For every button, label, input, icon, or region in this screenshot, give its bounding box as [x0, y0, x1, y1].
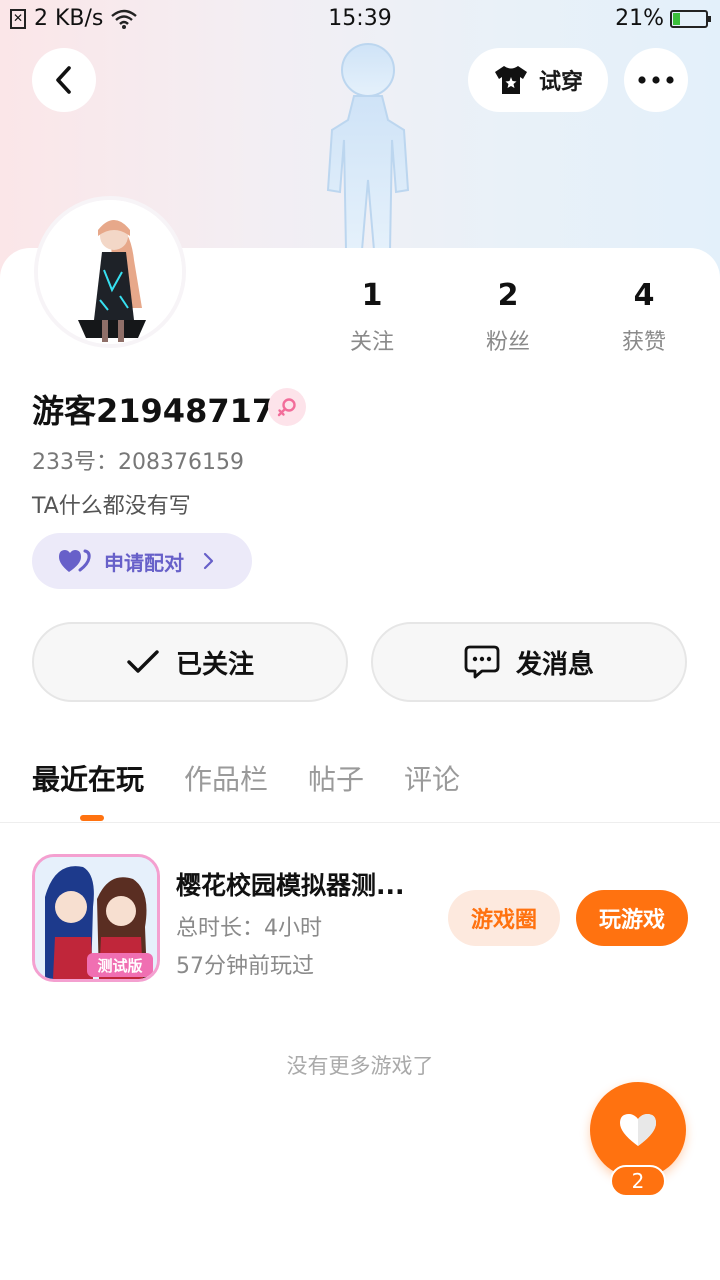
profile-stats: 1 关注 2 粉丝 4 获赞 — [304, 278, 712, 356]
no-more-games: 没有更多游戏了 — [286, 1054, 434, 1078]
following-button[interactable]: 已关注 — [32, 622, 348, 702]
stat-likes[interactable]: 4 获赞 — [576, 278, 712, 356]
stat-label: 关注 — [349, 330, 394, 355]
stat-fans[interactable]: 2 粉丝 — [440, 278, 576, 356]
active-tab-indicator — [80, 815, 104, 821]
stat-label: 粉丝 — [485, 330, 530, 355]
heart-icon — [620, 1114, 656, 1146]
game-last-played: 57分钟前玩过 — [176, 954, 314, 979]
username: 游客219487170 — [32, 392, 297, 430]
tshirt-icon — [494, 66, 527, 94]
game-icon: 测试版 — [32, 854, 160, 982]
clock: 15:39 — [328, 6, 392, 31]
more-dots-icon — [638, 76, 674, 84]
avatar[interactable] — [34, 196, 186, 348]
avatar-character-image — [38, 200, 182, 344]
tab-works[interactable]: 作品栏 — [184, 758, 268, 798]
status-bar: ✕ 2 KB/s 15:39 21% — [0, 0, 720, 38]
heart-pair-icon — [59, 549, 91, 572]
divider — [0, 822, 720, 823]
chevron-left-icon — [56, 66, 71, 94]
user-id-label: 233号： — [32, 450, 118, 475]
tab-recently-played[interactable]: 最近在玩 — [32, 758, 144, 798]
bio: TA什么都没有写 — [32, 494, 191, 519]
back-button[interactable] — [32, 48, 96, 112]
battery-icon — [670, 9, 711, 28]
stat-label: 获赞 — [621, 330, 666, 355]
game-duration: 总时长：4小时 — [176, 916, 322, 941]
more-button[interactable] — [624, 48, 688, 112]
stat-following[interactable]: 1 关注 — [304, 278, 440, 356]
game-circle-button[interactable]: 游戏圈 — [448, 890, 560, 946]
checkmark-icon — [127, 650, 159, 673]
game-title: 樱花校园模拟器测... — [176, 871, 405, 900]
send-message-button[interactable]: 发消息 — [371, 622, 687, 702]
profile-tabs: 最近在玩 作品栏 帖子 评论 — [32, 758, 460, 798]
stat-number: 2 — [497, 278, 519, 313]
send-message-label: 发消息 — [515, 649, 594, 680]
battery-level — [673, 12, 680, 25]
stat-number: 1 — [361, 278, 383, 313]
like-count-badge: 2 — [610, 1165, 666, 1197]
female-gender-icon — [268, 388, 306, 426]
try-on-button[interactable]: 试穿 — [468, 48, 608, 112]
battery-percent: 21% — [615, 6, 664, 31]
list-item[interactable]: 测试版 樱花校园模拟器测... 总时长：4小时 57分钟前玩过 游戏圈 玩游戏 — [32, 854, 692, 984]
try-on-label: 试穿 — [538, 70, 583, 95]
tab-posts[interactable]: 帖子 — [308, 758, 364, 798]
stat-number: 4 — [633, 278, 655, 313]
pair-request-label: 申请配对 — [104, 550, 184, 575]
tab-comments[interactable]: 评论 — [404, 758, 460, 798]
chat-bubble-icon — [464, 645, 500, 679]
chevron-right-icon — [203, 552, 214, 570]
game-badge-text: 测试版 — [97, 957, 142, 975]
following-label: 已关注 — [175, 649, 254, 680]
avatar-3d-figure — [326, 43, 410, 250]
like-fab-button[interactable] — [590, 1082, 686, 1178]
user-id: 233号：208376159 — [32, 444, 244, 476]
pair-request-button[interactable]: 申请配对 — [32, 533, 252, 589]
play-game-button[interactable]: 玩游戏 — [576, 890, 688, 946]
user-id-value: 208376159 — [118, 450, 244, 475]
